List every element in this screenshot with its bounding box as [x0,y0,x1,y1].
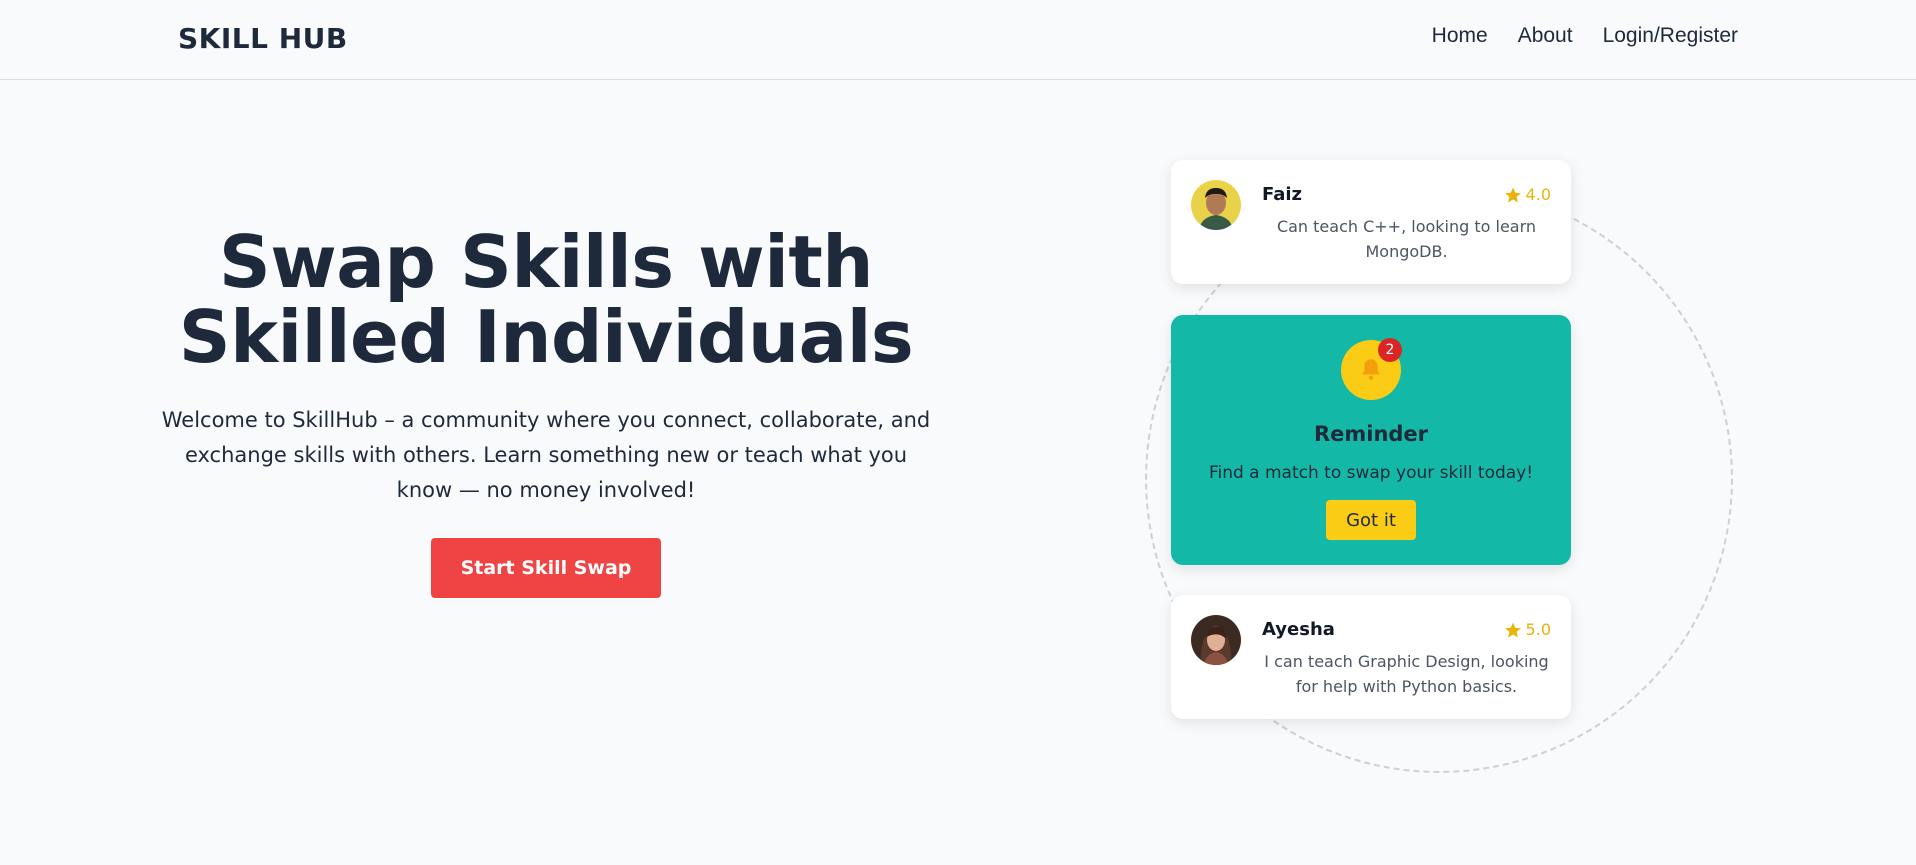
reminder-text: Find a match to swap your skill today! [1208,463,1534,483]
nav-links: Home About Login/Register [1432,24,1738,48]
hero-title-line-2: Skilled Individuals [178,295,914,379]
hero-title-line-1: Swap Skills with [218,220,874,304]
reminder-card: 2 Reminder Find a match to swap your ski… [1171,315,1571,565]
user-description: I can teach Graphic Design, looking for … [1264,652,1549,696]
hero-section: Swap Skills with Skilled Individuals Wel… [150,225,942,598]
hero-description: Welcome to SkillHub – a community where … [161,408,931,502]
avatar [1191,615,1241,665]
user-card-ayesha[interactable]: Ayesha 5.0 I can teach Graphic Design, l… [1171,595,1571,719]
rating: 4.0 [1504,185,1551,204]
user-description: Can teach C++, looking to learn MongoDB. [1276,217,1537,261]
logo[interactable]: SKILL HUB [178,22,348,55]
user-name: Ayesha [1262,619,1335,640]
bell-badge: 2 [1341,338,1402,400]
navbar: SKILL HUB Home About Login/Register [0,0,1916,80]
star-icon [1504,187,1521,202]
avatar [1191,180,1241,230]
start-skill-swap-button[interactable]: Start Skill Swap [430,538,662,598]
nav-link-login-register[interactable]: Login/Register [1603,24,1738,48]
hero-title: Swap Skills with Skilled Individuals [150,225,942,375]
bell-icon [1362,359,1380,380]
nav-link-home[interactable]: Home [1432,24,1488,48]
user-name: Faiz [1262,184,1303,205]
user-card-faiz[interactable]: Faiz 4.0 Can teach C++, looking to learn… [1171,160,1571,284]
notification-count-badge: 2 [1378,338,1402,362]
reminder-title: Reminder [1313,422,1429,446]
nav-link-about[interactable]: About [1518,24,1573,48]
rating: 5.0 [1504,620,1551,639]
rating-value: 5.0 [1525,620,1551,639]
got-it-button[interactable]: Got it [1326,500,1416,540]
star-icon [1504,622,1521,637]
rating-value: 4.0 [1525,185,1551,204]
